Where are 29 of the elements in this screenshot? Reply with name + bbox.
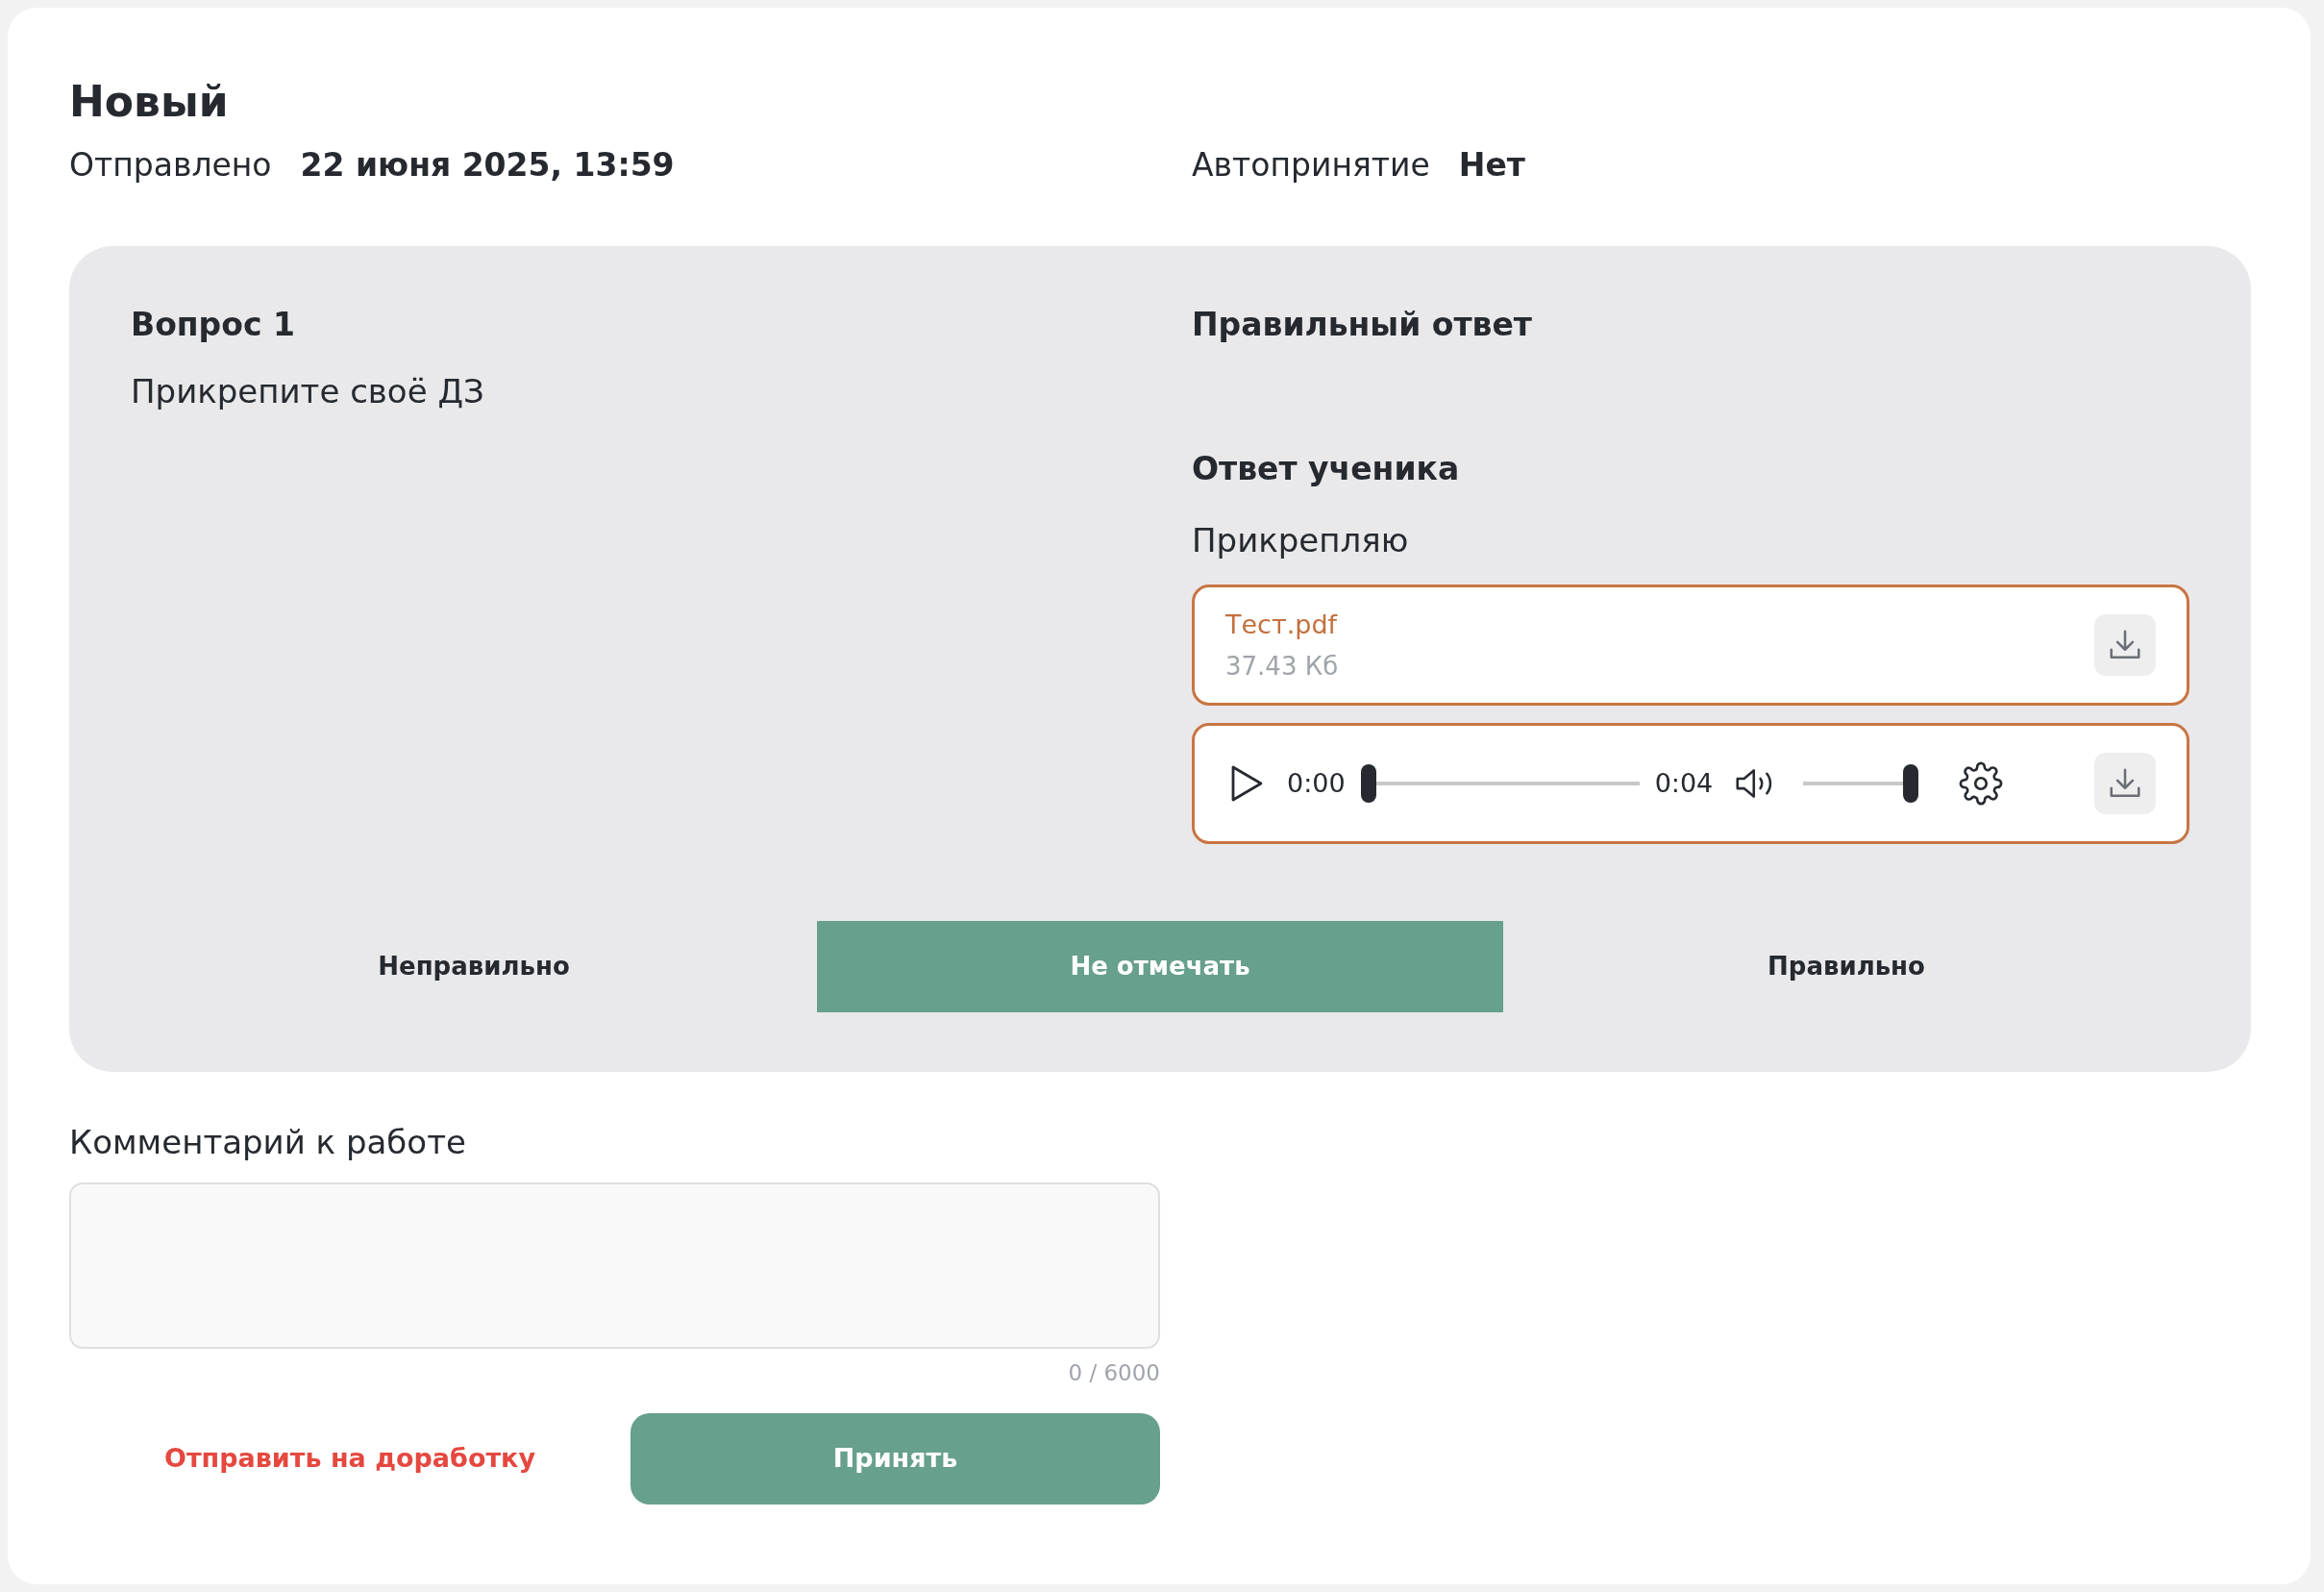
- file-size: 37.43 Кб: [1225, 651, 1340, 684]
- section-title: Ответ ученика: [1192, 449, 1461, 488]
- comment-label: Комментарий к работе: [69, 1122, 467, 1164]
- mark-tab[interactable]: Неправильно: [131, 921, 817, 1013]
- field-label: Автопринятие: [1192, 144, 1430, 186]
- file-name: Тест.pdf: [1225, 608, 1339, 641]
- answer-text: Прикрепляю: [1192, 520, 1410, 562]
- rework-link[interactable]: Отправить на доработку: [69, 1438, 630, 1480]
- settings-icon: [1959, 761, 2004, 807]
- download-button[interactable]: [2094, 753, 2156, 815]
- field-value: Нет: [1458, 144, 1525, 186]
- seek-thumb[interactable]: [1360, 764, 1376, 804]
- download-button[interactable]: [2094, 614, 2156, 677]
- character-counter: 0 / 6000: [1067, 1359, 1160, 1388]
- accept-button[interactable]: Принять: [630, 1413, 1160, 1505]
- play-button[interactable]: [1229, 764, 1264, 804]
- play-icon: [1229, 764, 1264, 804]
- mark-tab[interactable]: Правильно: [1503, 921, 2189, 1013]
- section-title: Правильный ответ: [1192, 306, 1533, 344]
- status-title: Новый: [69, 77, 230, 128]
- question-title: Вопрос 1: [131, 306, 296, 344]
- mark-tab[interactable]: Не отмечать: [817, 921, 1503, 1013]
- field-value: 22 июня 2025, 13:59: [300, 144, 675, 186]
- field-label: Отправлено: [69, 144, 272, 186]
- comment-field[interactable]: [69, 1182, 1160, 1350]
- question-text: Прикрепите своё ДЗ: [131, 370, 485, 412]
- time-current: 0:00: [1287, 767, 1346, 801]
- time-duration: 0:04: [1654, 767, 1714, 801]
- volume-thumb[interactable]: [1903, 764, 1919, 804]
